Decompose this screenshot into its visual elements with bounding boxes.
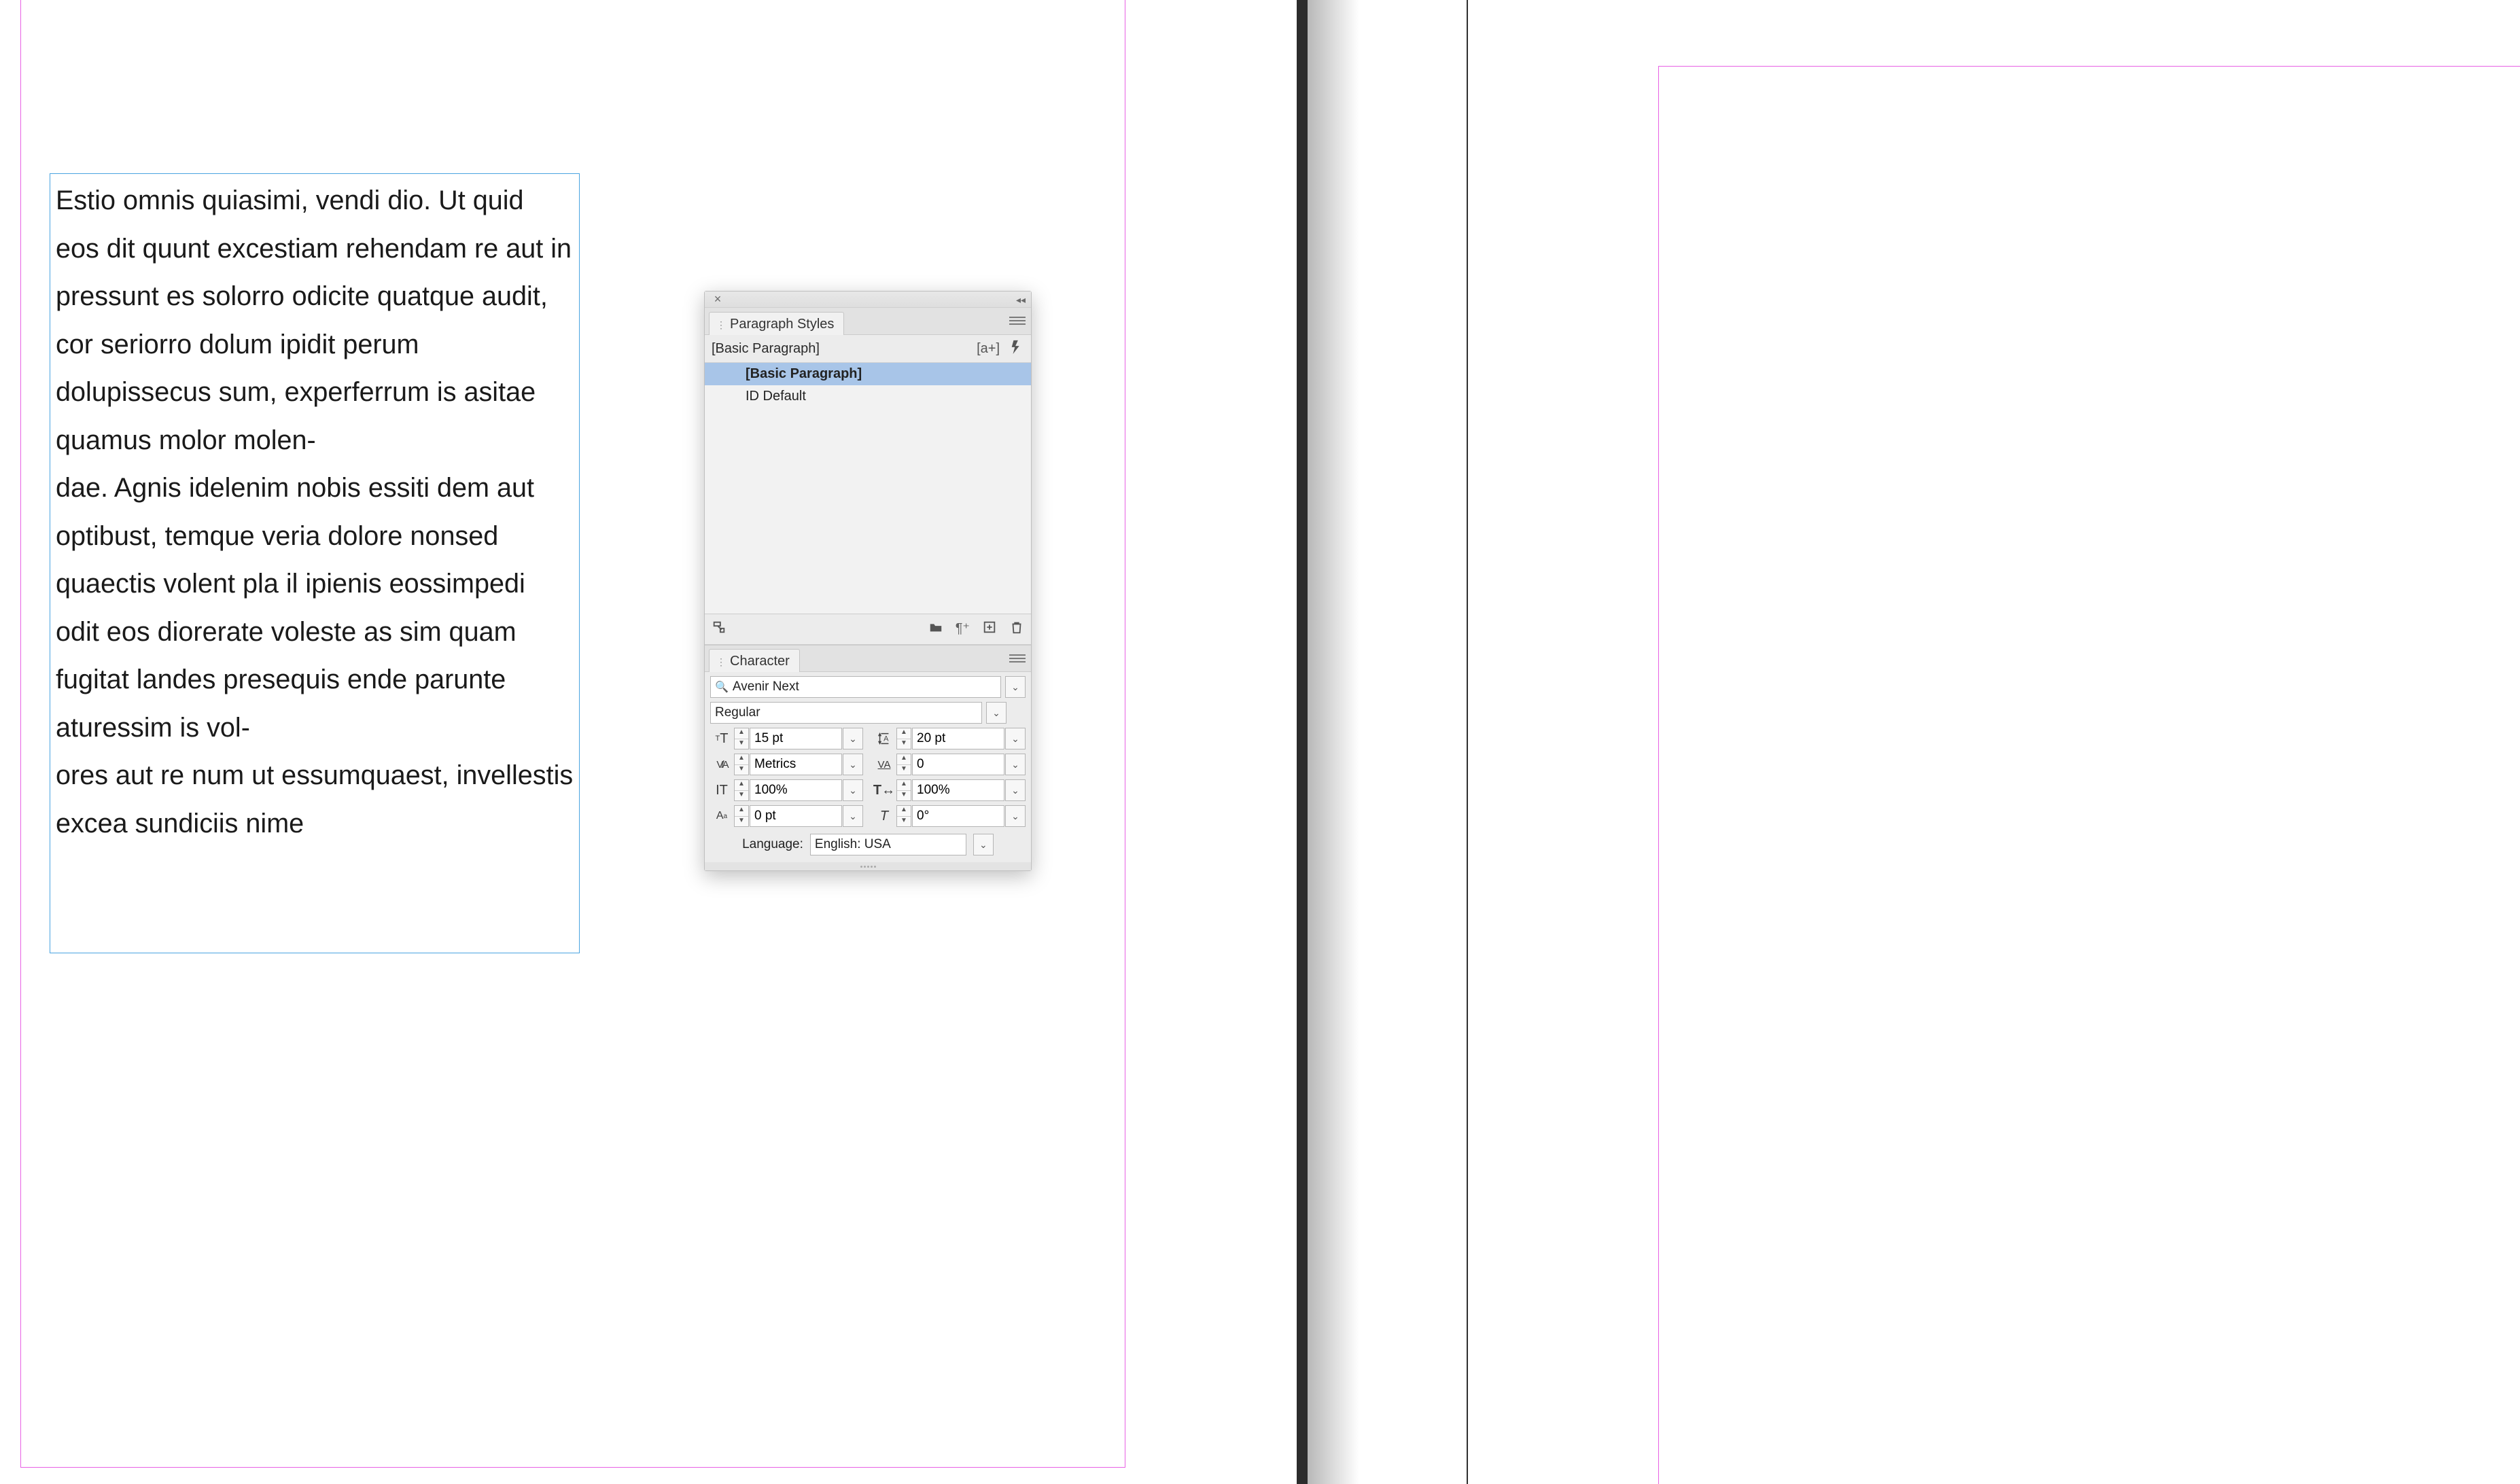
font-family-dropdown-icon[interactable]: ⌄ xyxy=(1005,676,1026,698)
language-dropdown-icon[interactable]: ⌄ xyxy=(973,834,994,855)
vertical-scale-input[interactable] xyxy=(754,783,837,798)
paragraph-style-item-label: ID Default xyxy=(746,389,806,404)
font-style-input[interactable] xyxy=(715,705,977,720)
skew-dropdown-icon[interactable]: ⌄ xyxy=(1005,805,1026,827)
paragraph-styles-tabrow: ⋮ Paragraph Styles xyxy=(705,308,1031,335)
horizontal-scale-input[interactable] xyxy=(917,783,1000,798)
font-size-dropdown-icon[interactable]: ⌄ xyxy=(843,728,863,749)
font-family-combo[interactable]: 🔍 xyxy=(710,676,1001,698)
kerning-stepper[interactable]: ▲▼ xyxy=(734,754,749,775)
kerning-input[interactable] xyxy=(754,757,837,772)
leading-icon: A xyxy=(873,731,896,746)
panel-menu-icon[interactable] xyxy=(1009,315,1026,327)
panel-group[interactable]: × ◂◂ ⋮ Paragraph Styles [Basic Paragraph… xyxy=(704,291,1032,871)
character-tabrow: ⋮ Character xyxy=(705,645,1031,672)
tab-paragraph-styles[interactable]: ⋮ Paragraph Styles xyxy=(709,312,844,335)
panel-menu-icon[interactable] xyxy=(1009,652,1026,665)
vertical-scale-dropdown-icon[interactable]: ⌄ xyxy=(843,779,863,801)
map-styles-icon[interactable] xyxy=(712,620,727,639)
style-group-folder-icon[interactable] xyxy=(928,620,943,639)
quick-apply-icon[interactable] xyxy=(1009,339,1024,358)
tracking-input[interactable] xyxy=(917,757,1000,772)
tab-character[interactable]: ⋮ Character xyxy=(709,649,800,672)
leading-dropdown-icon[interactable]: ⌄ xyxy=(1005,728,1026,749)
skew-stepper[interactable]: ▲▼ xyxy=(896,805,911,827)
character-panel-body: 🔍 ⌄ ⌄ TT ▲▼ ⌄ xyxy=(705,672,1031,862)
page-two-left-edge xyxy=(1467,0,1468,1484)
font-size-stepper[interactable]: ▲▼ xyxy=(734,728,749,749)
collapse-panel-icon[interactable]: ◂◂ xyxy=(1016,294,1026,306)
font-style-combo[interactable] xyxy=(710,702,982,724)
page-right-edge xyxy=(1297,0,1308,1484)
new-style-icon[interactable] xyxy=(982,620,997,639)
paragraph-styles-header: [Basic Paragraph] [a+] xyxy=(705,335,1031,363)
panel-resize-grip[interactable] xyxy=(705,862,1031,870)
baseline-shift-stepper[interactable]: ▲▼ xyxy=(734,805,749,827)
tracking-dropdown-icon[interactable]: ⌄ xyxy=(1005,754,1026,775)
font-size-input[interactable] xyxy=(754,731,837,746)
clear-overrides-icon[interactable]: ¶⁺ xyxy=(956,620,970,639)
vertical-scale-stepper[interactable]: ▲▼ xyxy=(734,779,749,801)
text-frame[interactable]: Estio omnis quiasimi, vendi dio. Ut quid… xyxy=(50,173,580,953)
horizontal-scale-dropdown-icon[interactable]: ⌄ xyxy=(1005,779,1026,801)
tracking-stepper[interactable]: ▲▼ xyxy=(896,754,911,775)
current-paragraph-style: [Basic Paragraph] xyxy=(712,341,820,357)
leading-stepper[interactable]: ▲▼ xyxy=(896,728,911,749)
baseline-shift-dropdown-icon[interactable]: ⌄ xyxy=(843,805,863,827)
paragraph-style-item[interactable]: [Basic Paragraph] xyxy=(705,363,1031,385)
language-label: Language: xyxy=(742,837,803,852)
panel-titlebar[interactable]: × ◂◂ xyxy=(705,292,1031,308)
tab-expand-chevrons-icon: ⋮ xyxy=(716,321,726,328)
tab-label: Character xyxy=(730,654,790,669)
new-style-badge-icon[interactable]: [a+] xyxy=(977,341,1000,357)
close-icon[interactable]: × xyxy=(712,293,724,305)
svg-text:A: A xyxy=(883,735,889,743)
tracking-icon: VA xyxy=(873,759,896,771)
tab-label: Paragraph Styles xyxy=(730,317,834,332)
paragraph-style-item-label: [Basic Paragraph] xyxy=(746,366,862,381)
search-icon: 🔍 xyxy=(715,680,729,694)
vertical-scale-icon: IT xyxy=(710,783,733,798)
kerning-icon: V/A xyxy=(710,759,733,771)
skew-icon: T xyxy=(873,809,896,824)
horizontal-scale-icon: T↔ xyxy=(873,783,896,798)
tab-expand-chevrons-icon: ⋮ xyxy=(716,658,726,665)
baseline-shift-icon: Aa xyxy=(710,810,733,822)
page-two-margin-frame xyxy=(1658,66,2520,1484)
page-right-shadow xyxy=(1308,0,1359,1484)
kerning-dropdown-icon[interactable]: ⌄ xyxy=(843,754,863,775)
language-combo[interactable] xyxy=(810,834,966,855)
font-family-input[interactable] xyxy=(733,679,996,694)
text-frame-content[interactable]: Estio omnis quiasimi, vendi dio. Ut quid… xyxy=(56,177,574,847)
paragraph-styles-footer: ¶⁺ xyxy=(705,614,1031,645)
leading-input[interactable] xyxy=(917,731,1000,746)
trash-icon[interactable] xyxy=(1009,620,1024,639)
font-style-dropdown-icon[interactable]: ⌄ xyxy=(986,702,1007,724)
baseline-shift-input[interactable] xyxy=(754,809,837,824)
language-input[interactable] xyxy=(815,837,962,852)
paragraph-style-item[interactable]: ID Default xyxy=(705,385,1031,408)
paragraph-styles-list[interactable]: [Basic Paragraph] ID Default xyxy=(705,363,1031,614)
font-size-icon: TT xyxy=(710,731,733,747)
horizontal-scale-stepper[interactable]: ▲▼ xyxy=(896,779,911,801)
skew-input[interactable] xyxy=(917,809,1000,824)
